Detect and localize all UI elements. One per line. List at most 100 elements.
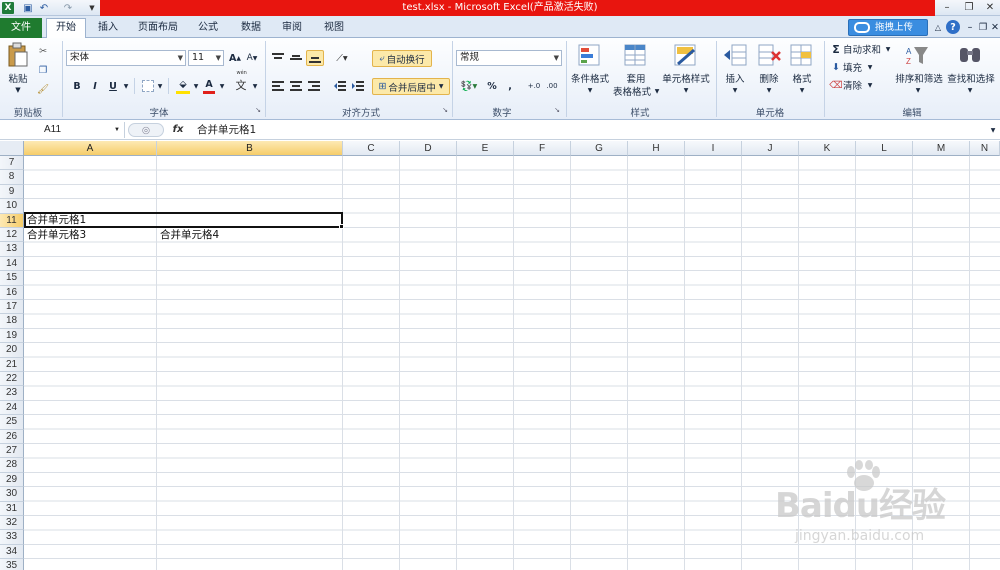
row-header-12[interactable]: 12 [0, 228, 24, 243]
column-header-m[interactable]: M [913, 141, 970, 156]
column-header-n[interactable]: N [970, 141, 1000, 156]
column-header-e[interactable]: E [457, 141, 514, 156]
expand-formula-bar-icon[interactable]: ▼ [988, 123, 998, 137]
row-header-35[interactable]: 35 [0, 559, 24, 570]
column-header-i[interactable]: I [685, 141, 742, 156]
row-header-21[interactable]: 21 [0, 357, 24, 372]
column-header-j[interactable]: J [742, 141, 799, 156]
row-header-30[interactable]: 30 [0, 487, 24, 502]
conditional-format-icon[interactable] [578, 44, 602, 68]
fill-button[interactable]: 填充 [843, 61, 867, 74]
fill-icon[interactable]: ⬇ [830, 61, 842, 73]
name-box[interactable]: A11 ▼ [0, 122, 125, 138]
borders-icon[interactable] [142, 80, 154, 92]
paste-icon[interactable] [6, 42, 30, 68]
format-as-table-line1[interactable]: 套用 [616, 72, 656, 85]
underline-dropdown-icon[interactable]: ▼ [122, 82, 130, 90]
font-dialog-launcher-icon[interactable]: ↘ [254, 106, 262, 114]
decrease-font-icon[interactable]: A ▼ [245, 50, 259, 66]
font-color-icon[interactable]: A [203, 78, 215, 94]
tab-file[interactable]: 文件 [0, 18, 42, 38]
number-dialog-launcher-icon[interactable]: ↘ [553, 106, 561, 114]
row-header-14[interactable]: 14 [0, 256, 24, 272]
italic-button[interactable]: I [88, 78, 102, 94]
chevron-down-icon[interactable]: ▼ [765, 86, 773, 94]
align-center-icon[interactable] [288, 78, 304, 94]
phonetic-dropdown-icon[interactable]: ▼ [251, 82, 259, 90]
fill-color-dropdown-icon[interactable]: ▼ [192, 82, 200, 90]
insert-cells-button[interactable]: 插入 [720, 72, 750, 85]
clear-button[interactable]: 清除 [843, 79, 867, 92]
formula-bar-splitter[interactable]: ◎ [128, 123, 164, 137]
ribbon-minimize-icon[interactable]: – [963, 20, 977, 34]
column-header-c[interactable]: C [343, 141, 400, 156]
row-header-26[interactable]: 26 [0, 429, 24, 444]
fill-handle[interactable] [339, 224, 344, 229]
fill-color-icon[interactable]: ⬙ [176, 78, 190, 94]
increase-decimal-button[interactable]: +.0 [526, 78, 542, 94]
bold-button[interactable]: B [70, 78, 84, 94]
ribbon-close-icon[interactable]: ✕ [990, 20, 1000, 34]
number-format-select[interactable]: 常规 ▼ [456, 50, 562, 66]
delete-cells-icon[interactable] [758, 44, 782, 68]
chevron-down-icon[interactable]: ▼ [798, 86, 806, 94]
merge-center-button[interactable]: ⊞ 合并后居中 ▼ [372, 78, 450, 95]
cell-styles-icon[interactable] [674, 44, 698, 68]
insert-cells-icon[interactable] [724, 44, 748, 68]
increase-font-icon[interactable]: A ▲ [228, 50, 242, 66]
align-bottom-icon[interactable] [306, 50, 324, 66]
cell-b12[interactable]: 合并单元格4 [157, 228, 219, 242]
tab-page-layout[interactable]: 页面布局 [132, 19, 184, 37]
wrap-text-button[interactable]: ⤶ 自动换行 [372, 50, 432, 67]
restore-icon[interactable]: ❐ [960, 1, 978, 15]
cut-icon[interactable]: ✂ [36, 44, 50, 58]
row-header-34[interactable]: 34 [0, 544, 24, 560]
percent-button[interactable]: % [484, 78, 500, 94]
row-header-17[interactable]: 17 [0, 300, 24, 315]
tab-data[interactable]: 数据 [233, 19, 269, 37]
column-header-k[interactable]: K [799, 141, 856, 156]
row-header-7[interactable]: 7 [0, 156, 24, 171]
align-right-icon[interactable] [306, 78, 322, 94]
row-header-32[interactable]: 32 [0, 516, 24, 531]
format-as-table-icon[interactable] [624, 44, 648, 68]
column-header-g[interactable]: G [571, 141, 628, 156]
row-header-9[interactable]: 9 [0, 184, 24, 200]
format-cells-button[interactable]: 格式 [786, 72, 818, 85]
autosum-icon[interactable]: Σ [830, 43, 842, 56]
row-header-18[interactable]: 18 [0, 314, 24, 329]
upload-button[interactable]: 拖拽上传 [848, 19, 928, 36]
phonetic-guide-icon[interactable]: 文 wén [232, 70, 250, 94]
row-header-15[interactable]: 15 [0, 271, 24, 286]
tab-formulas[interactable]: 公式 [190, 19, 226, 37]
conditional-format-button[interactable]: 条件格式 [568, 72, 612, 85]
chevron-down-icon[interactable]: ▼ [914, 86, 922, 94]
column-header-h[interactable]: H [628, 141, 685, 156]
tab-insert[interactable]: 插入 [90, 19, 126, 37]
clear-icon[interactable]: ⌫ [829, 79, 842, 91]
cell-styles-button[interactable]: 单元格样式 [660, 72, 712, 85]
row-header-16[interactable]: 16 [0, 285, 24, 300]
chevron-down-icon[interactable]: ▼ [966, 86, 974, 94]
delete-cells-button[interactable]: 删除 [754, 72, 784, 85]
autosum-button[interactable]: 自动求和 [843, 43, 883, 56]
chevron-down-icon[interactable]: ▼ [682, 86, 690, 94]
column-header-d[interactable]: D [400, 141, 457, 156]
copy-icon[interactable]: ❐ [36, 63, 50, 77]
underline-button[interactable]: U [106, 78, 120, 94]
comma-button[interactable]: , [504, 78, 516, 94]
row-header-13[interactable]: 13 [0, 242, 24, 257]
align-left-icon[interactable] [270, 78, 286, 94]
tab-review[interactable]: 审阅 [274, 19, 310, 37]
row-header-33[interactable]: 33 [0, 530, 24, 545]
accounting-format-icon[interactable]: 💱▾ [458, 78, 480, 94]
format-painter-icon[interactable]: 🖌 [36, 82, 50, 96]
row-header-24[interactable]: 24 [0, 400, 24, 416]
column-header-l[interactable]: L [856, 141, 913, 156]
decrease-indent-icon[interactable] [332, 78, 348, 94]
orientation-icon[interactable]: ⟋▾ [332, 50, 352, 66]
align-top-icon[interactable] [270, 50, 286, 66]
borders-dropdown-icon[interactable]: ▼ [156, 82, 164, 90]
find-select-icon[interactable] [958, 44, 982, 68]
row-header-22[interactable]: 22 [0, 372, 24, 387]
